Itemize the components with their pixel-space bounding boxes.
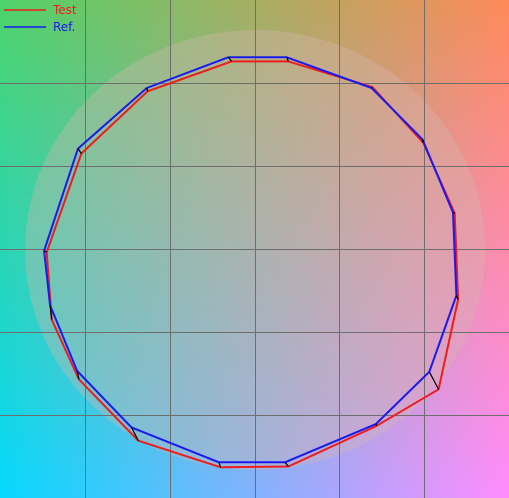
- vertex-connector: [421, 139, 424, 143]
- legend-label-ref: Ref.: [53, 20, 75, 34]
- vertex-connector: [452, 211, 455, 214]
- chart-container: Test Ref.: [0, 0, 509, 498]
- vertex-connector: [146, 87, 149, 92]
- vertex-connector: [371, 86, 373, 89]
- legend-label-test: Test: [52, 3, 77, 17]
- chart-plot: Test Ref.: [0, 0, 509, 498]
- vertex-connector: [375, 423, 378, 427]
